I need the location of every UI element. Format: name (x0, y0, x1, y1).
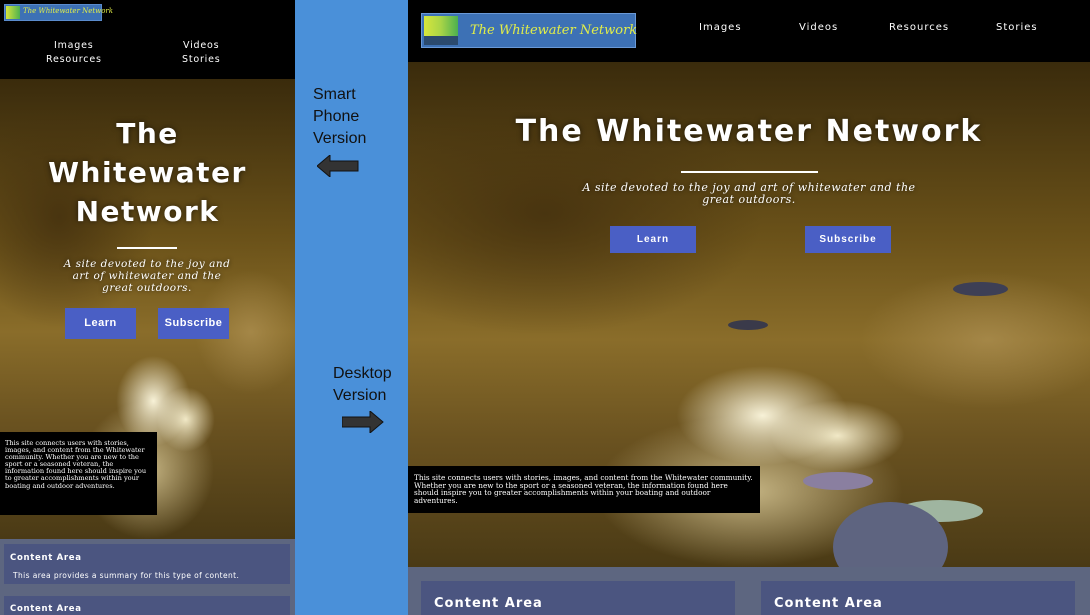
nav-videos[interactable]: Videos (799, 22, 838, 33)
phone-mockup: The Whitewater Network Images Videos Res… (0, 0, 295, 615)
title-divider (117, 247, 177, 249)
content-card[interactable]: Content Area This area provides a summar… (4, 544, 290, 584)
content-card[interactable]: Content Area (761, 581, 1075, 615)
content-card[interactable]: Content Area (4, 596, 290, 615)
intro-text-box: This site connects users with stories, i… (408, 466, 760, 513)
desktop-version-label: Desktop Version (333, 363, 392, 407)
site-logo[interactable]: The Whitewater Network (421, 13, 638, 48)
label-line: Phone (313, 108, 360, 125)
label-line: Desktop (333, 365, 392, 382)
subscribe-button[interactable]: Subscribe (158, 308, 229, 339)
nav-videos[interactable]: Videos (183, 40, 219, 51)
content-card-title: Content Area (434, 596, 543, 611)
tagline: A site devoted to the joy and art of whi… (63, 258, 231, 294)
content-card-title: Content Area (774, 596, 883, 611)
content-card-desc: This area provides a summary for this ty… (13, 571, 240, 580)
wave-logo-icon (6, 6, 20, 19)
desktop-header: The Whitewater Network Images Videos Res… (408, 0, 1090, 62)
title-divider (681, 171, 818, 173)
label-line: Version (313, 130, 367, 147)
title-line: The (116, 117, 179, 150)
site-logo[interactable]: The Whitewater Network (4, 4, 113, 21)
title-line: Network (75, 195, 220, 228)
arrow-right-icon (342, 411, 384, 433)
page-title: The Whitewater Network (0, 114, 295, 231)
title-line: Whitewater (48, 156, 247, 189)
logo-text: The Whitewater Network (23, 7, 114, 15)
logo-text: The Whitewater Network (470, 23, 638, 38)
nav-resources[interactable]: Resources (889, 22, 949, 33)
content-card[interactable]: Content Area (421, 581, 735, 615)
desktop-mockup: The Whitewater Network Images Videos Res… (408, 0, 1090, 615)
nav-images[interactable]: Images (699, 22, 742, 33)
subscribe-button[interactable]: Subscribe (805, 226, 891, 253)
label-line: Version (333, 387, 387, 404)
kayak-image (728, 320, 768, 330)
kayak-image (803, 472, 873, 490)
nav-images[interactable]: Images (54, 40, 94, 51)
phone-header: The Whitewater Network Images Videos Res… (0, 0, 295, 79)
nav-stories[interactable]: Stories (182, 54, 221, 65)
tagline: A site devoted to the joy and art of whi… (582, 181, 916, 206)
page-title: The Whitewater Network (515, 114, 983, 149)
arrow-left-icon (317, 155, 359, 177)
nav-resources[interactable]: Resources (46, 54, 102, 65)
wave-logo-base (424, 36, 458, 45)
content-card-title: Content Area (10, 553, 82, 563)
learn-button[interactable]: Learn (65, 308, 136, 339)
nav-stories[interactable]: Stories (996, 22, 1038, 33)
annotation-panel: Smart Phone Version Desktop Version (295, 0, 408, 615)
label-line: Smart (313, 86, 356, 103)
intro-text-box: This site connects users with stories, i… (0, 432, 157, 515)
phone-version-label: Smart Phone Version (313, 84, 366, 150)
content-card-title: Content Area (10, 604, 82, 614)
learn-button[interactable]: Learn (610, 226, 696, 253)
kayak-image (953, 282, 1008, 296)
